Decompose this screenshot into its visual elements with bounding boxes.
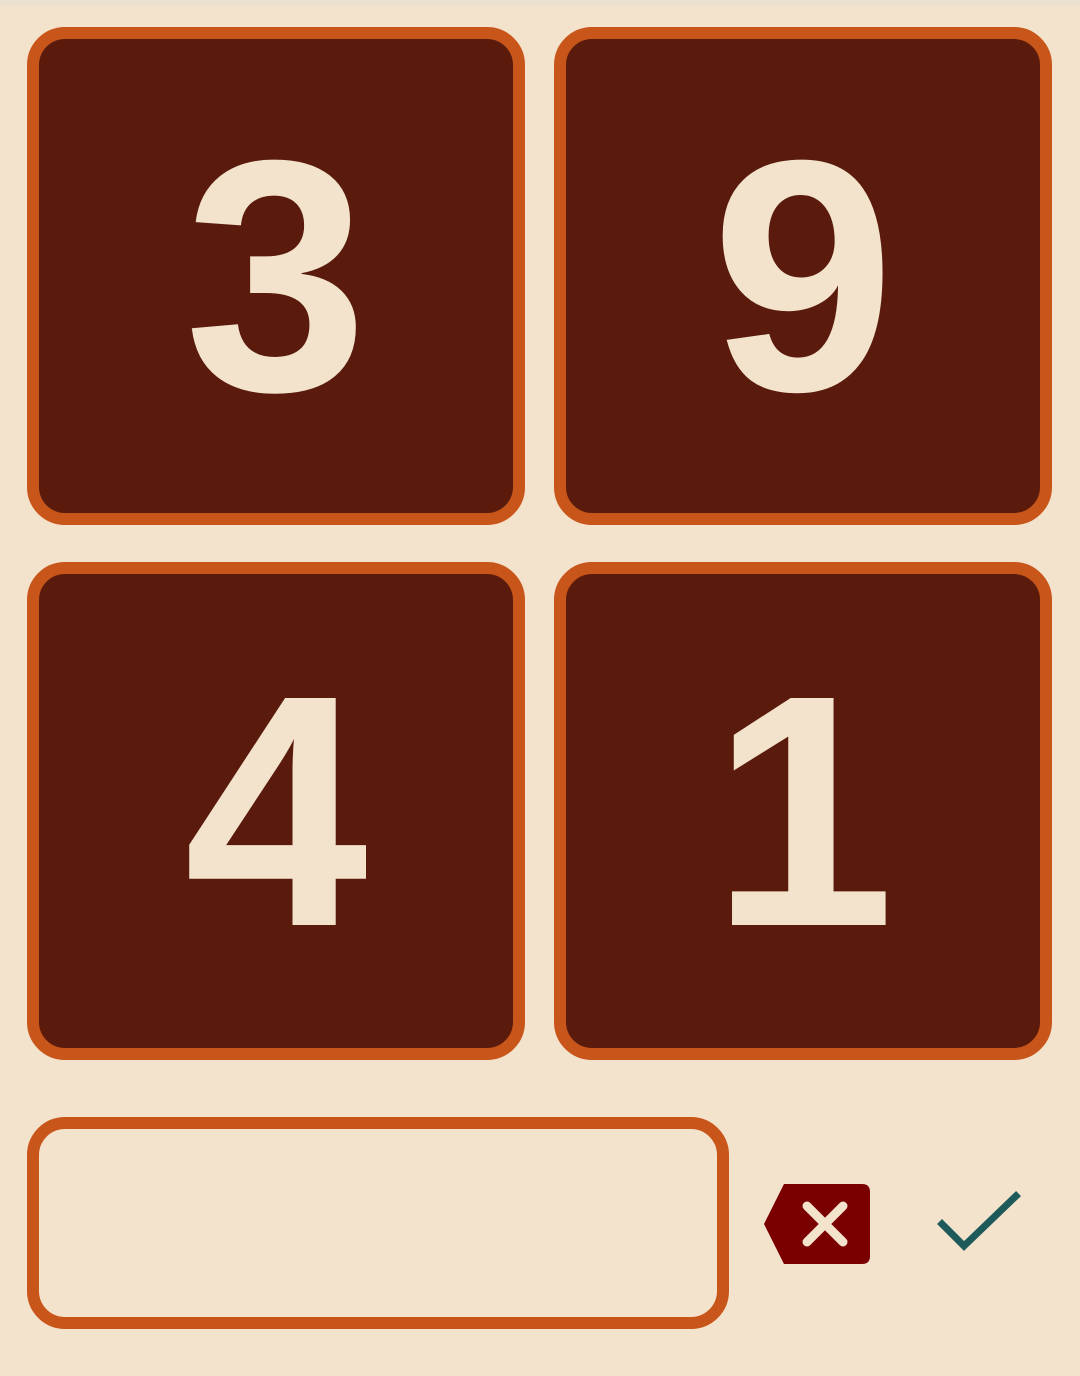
backspace-icon	[764, 1184, 870, 1264]
backspace-button[interactable]	[762, 1182, 872, 1266]
answer-input-box[interactable]	[27, 1117, 729, 1329]
submit-button[interactable]	[936, 1190, 1022, 1258]
tile-number: 4	[184, 626, 368, 995]
tile-number: 1	[711, 626, 895, 995]
number-tile-2[interactable]: 9	[554, 27, 1052, 525]
tile-number: 3	[184, 91, 368, 460]
number-tile-3[interactable]: 4	[27, 562, 525, 1060]
checkmark-icon	[937, 1191, 1021, 1251]
number-tile-4[interactable]: 1	[554, 562, 1052, 1060]
tile-number: 9	[711, 91, 895, 460]
top-strip	[0, 0, 1080, 6]
number-tile-1[interactable]: 3	[27, 27, 525, 525]
